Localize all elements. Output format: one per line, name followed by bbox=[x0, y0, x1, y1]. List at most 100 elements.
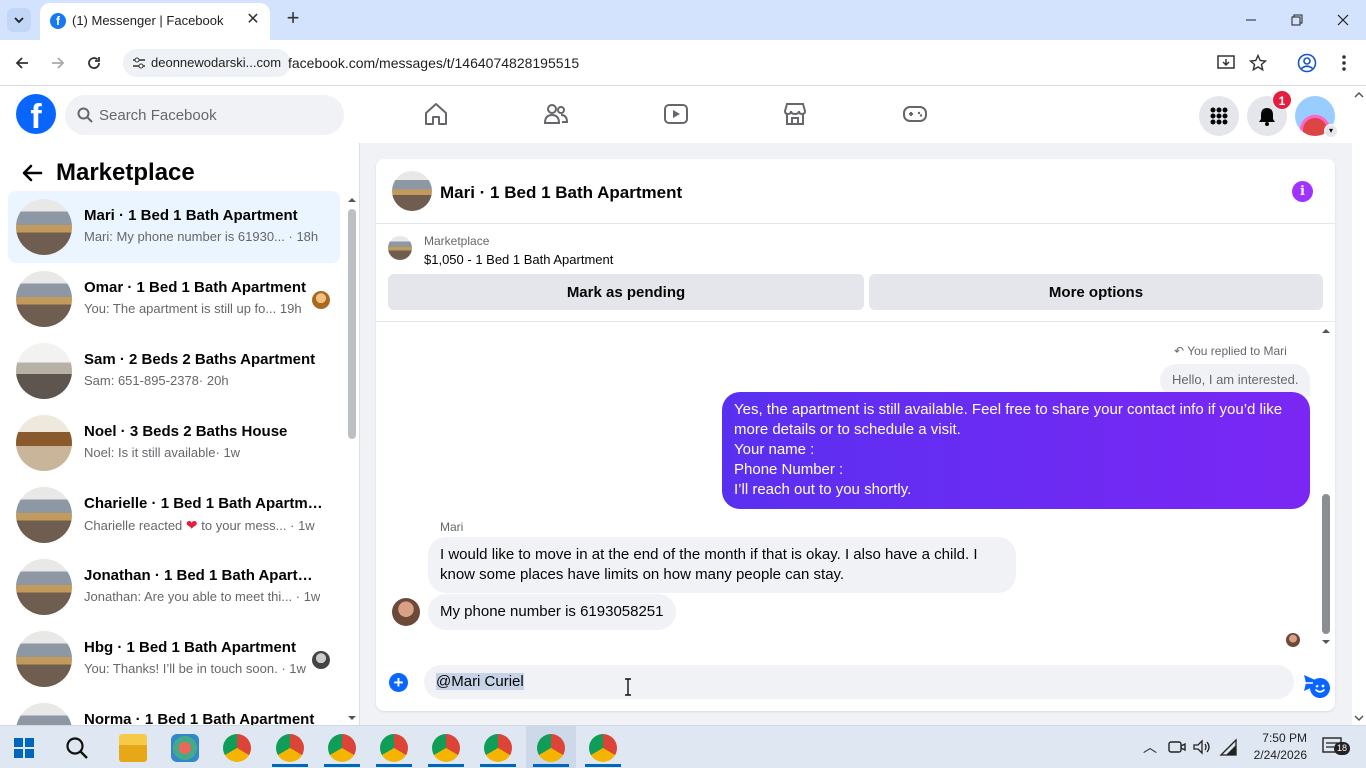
facebook-search[interactable] bbox=[65, 95, 344, 135]
chrome-profile-icon[interactable] bbox=[537, 734, 565, 762]
chrome-profile-icon[interactable] bbox=[589, 734, 617, 762]
marketplace-sidebar: Marketplace Mari · 1 Bed 1 Bath Apartmen… bbox=[0, 143, 360, 725]
browser-tab[interactable]: f (1) Messenger | Facebook ✕ bbox=[40, 3, 270, 40]
video-icon bbox=[664, 104, 688, 124]
bookmark-button[interactable] bbox=[1246, 51, 1270, 75]
running-indicator bbox=[324, 764, 360, 767]
conversation-item[interactable]: Charielle · 1 Bed 1 Bath Apartment Chari… bbox=[8, 479, 340, 551]
chat-scrollbar[interactable] bbox=[1320, 324, 1332, 649]
message-input[interactable]: @Mari Curiel bbox=[424, 665, 1330, 699]
home-icon bbox=[425, 103, 447, 125]
running-indicator bbox=[272, 764, 308, 767]
mark-as-pending-button[interactable]: Mark as pending bbox=[388, 274, 864, 310]
search-icon[interactable] bbox=[65, 736, 89, 760]
notification-count: 18 bbox=[1334, 742, 1351, 755]
sidebar-scrollbar[interactable] bbox=[346, 193, 356, 723]
heart-reaction-icon: ❤ bbox=[185, 517, 198, 533]
site-chip-label: deonnewodarski...com bbox=[151, 55, 282, 70]
chrome-icon[interactable] bbox=[223, 734, 251, 762]
paint-app-icon[interactable] bbox=[171, 734, 199, 762]
profile-button[interactable] bbox=[1295, 51, 1319, 75]
conversation-item[interactable]: Jonathan · 1 Bed 1 Bath Apartme... Jonat… bbox=[8, 551, 340, 623]
info-icon[interactable]: i bbox=[1292, 181, 1313, 202]
message-input-text: @Mari Curiel bbox=[436, 673, 524, 690]
back-arrow-icon[interactable] bbox=[20, 161, 44, 185]
chrome-profile-icon[interactable] bbox=[380, 734, 408, 762]
page-scrollbar[interactable] bbox=[1352, 86, 1366, 725]
conversation-item[interactable]: Sam · 2 Beds 2 Baths Apartment Sam: 651-… bbox=[8, 335, 340, 407]
more-options-button[interactable]: More options bbox=[869, 274, 1323, 310]
friends-nav-button[interactable] bbox=[542, 100, 570, 128]
conversation-name: Noel · 3 Beds 2 Baths House bbox=[84, 423, 288, 440]
tab-title: (1) Messenger | Facebook bbox=[72, 13, 224, 28]
conversation-item[interactable]: Norma · 1 Bed 1 Bath Apartment bbox=[8, 695, 340, 725]
plus-icon[interactable]: + bbox=[389, 673, 408, 692]
chrome-profile-icon[interactable] bbox=[484, 734, 512, 762]
scroll-up-arrow-icon[interactable] bbox=[347, 195, 357, 205]
scroll-down-arrow-icon[interactable] bbox=[1352, 711, 1366, 725]
forward-button[interactable] bbox=[46, 51, 70, 75]
incoming-message[interactable]: My phone number is 6193058251 bbox=[428, 594, 676, 630]
scroll-down-arrow-icon[interactable] bbox=[347, 713, 357, 723]
conversation-item[interactable]: Mari · 1 Bed 1 Bath Apartment Mari: My p… bbox=[8, 191, 340, 263]
chrome-profile-icon[interactable] bbox=[276, 734, 304, 762]
omnibox[interactable]: deonnewodarski...com facebook.com/messag… bbox=[119, 46, 1289, 80]
conversation-item[interactable]: Omar · 1 Bed 1 Bath Apartment You: The a… bbox=[8, 263, 340, 335]
scrollbar-thumb[interactable] bbox=[1322, 494, 1330, 634]
gaming-nav-button[interactable] bbox=[901, 100, 929, 128]
chevron-down-icon bbox=[14, 17, 24, 24]
tab-search-button[interactable] bbox=[7, 8, 31, 32]
reply-arrow-icon: ↶ bbox=[1174, 344, 1185, 358]
windows-start-icon[interactable] bbox=[14, 738, 34, 758]
tab-close-icon[interactable]: ✕ bbox=[244, 11, 262, 29]
minimize-button[interactable] bbox=[1239, 8, 1263, 32]
install-app-button[interactable] bbox=[1214, 51, 1238, 75]
menu-grid-button[interactable] bbox=[1199, 96, 1239, 136]
browser-tab-strip: f (1) Messenger | Facebook ✕ + bbox=[0, 0, 1366, 40]
conversation-item[interactable]: Noel · 3 Beds 2 Baths House Noel: Is it … bbox=[8, 407, 340, 479]
listing-thumbnail[interactable] bbox=[392, 171, 432, 211]
send-icon[interactable] bbox=[1302, 672, 1324, 694]
scroll-down-arrow-icon[interactable] bbox=[1320, 637, 1332, 647]
chrome-menu-button[interactable] bbox=[1332, 51, 1356, 75]
home-nav-button[interactable] bbox=[422, 100, 450, 128]
account-icon bbox=[1297, 53, 1317, 73]
conversation-name: Norma · 1 Bed 1 Bath Apartment bbox=[84, 711, 315, 725]
meet-now-icon[interactable] bbox=[1168, 739, 1186, 755]
search-input[interactable] bbox=[99, 95, 329, 135]
incoming-message[interactable]: I would like to move in at the end of th… bbox=[428, 537, 1016, 593]
scrollbar-thumb[interactable] bbox=[348, 209, 356, 439]
site-info-chip[interactable]: deonnewodarski...com bbox=[123, 49, 292, 77]
listing-thumbnail[interactable] bbox=[388, 236, 412, 260]
chrome-profile-icon[interactable] bbox=[432, 734, 460, 762]
chevron-up-icon[interactable]: ︿ bbox=[1143, 737, 1157, 757]
restore-button[interactable] bbox=[1285, 8, 1309, 32]
file-explorer-icon[interactable] bbox=[119, 734, 147, 762]
system-clock[interactable]: 7:50 PM 2/24/2026 bbox=[1233, 730, 1307, 764]
scroll-up-arrow-icon[interactable] bbox=[1320, 326, 1332, 336]
seen-avatar bbox=[312, 291, 330, 309]
new-tab-button[interactable]: + bbox=[282, 7, 304, 30]
compose-bar: + @Mari Curiel bbox=[376, 659, 1335, 711]
scroll-up-arrow-icon[interactable] bbox=[1352, 88, 1366, 102]
url-text[interactable]: facebook.com/messages/t/1464074828195515 bbox=[288, 55, 579, 71]
listing-price[interactable]: $1,050 - 1 Bed 1 Bath Apartment bbox=[424, 252, 613, 267]
sidebar-title: Marketplace bbox=[56, 159, 195, 186]
grid-menu-icon bbox=[1210, 107, 1228, 125]
conversation-item[interactable]: Hbg · 1 Bed 1 Bath Apartment You: Thanks… bbox=[8, 623, 340, 695]
back-button[interactable] bbox=[10, 51, 34, 75]
marketplace-nav-button[interactable] bbox=[781, 100, 809, 128]
close-window-button[interactable] bbox=[1331, 8, 1355, 32]
notification-center-icon[interactable]: 18 bbox=[1322, 736, 1351, 756]
sender-avatar[interactable] bbox=[392, 598, 420, 626]
reload-button[interactable] bbox=[82, 51, 106, 75]
volume-icon[interactable] bbox=[1193, 739, 1211, 755]
video-nav-button[interactable] bbox=[662, 100, 690, 128]
account-avatar[interactable]: ▾ bbox=[1295, 96, 1338, 138]
chrome-profile-icon[interactable] bbox=[328, 734, 356, 762]
conversation-preview: You: Thanks! I’ll be in touch soon. · 1w bbox=[84, 661, 306, 676]
facebook-logo-icon[interactable]: f bbox=[16, 94, 56, 134]
reply-indicator: ↶ You replied to Mari bbox=[1174, 344, 1287, 358]
chat-title[interactable]: Mari · 1 Bed 1 Bath Apartment bbox=[440, 183, 682, 203]
outgoing-message[interactable]: Yes, the apartment is still available. F… bbox=[722, 392, 1310, 509]
